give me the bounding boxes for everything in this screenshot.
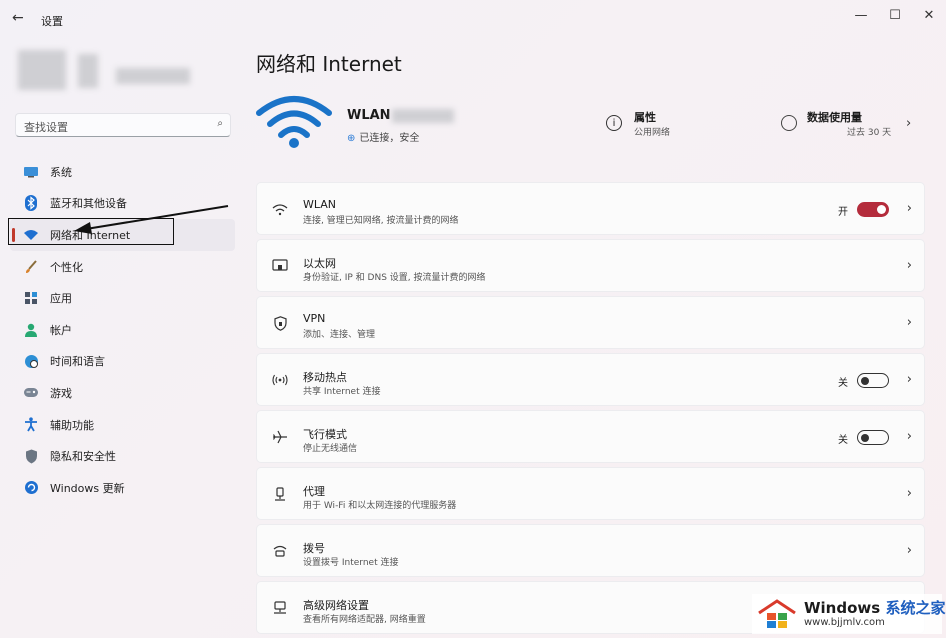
vpn-shield-icon: [271, 314, 289, 332]
proxy-icon: [271, 485, 289, 503]
card-subtitle: 设置拨号 Internet 连接: [303, 558, 399, 568]
card-ethernet[interactable]: 以太网 身份验证, IP 和 DNS 设置, 按流量计费的网络 ›: [256, 239, 925, 292]
chevron-right-icon: ›: [906, 429, 912, 444]
watermark-brand: Windows 系统之家: [804, 597, 945, 618]
card-subtitle: 查看所有网络适配器, 网络重置: [303, 615, 426, 625]
ethernet-icon: [271, 257, 289, 275]
card-title: 移动热点: [303, 371, 347, 384]
data-usage-subtitle: 过去 30 天: [847, 128, 892, 138]
globe-icon: ⊕: [347, 133, 356, 144]
network-ssid-redacted: [392, 109, 454, 123]
card-dial-up[interactable]: 拨号 设置拨号 Internet 连接 ›: [256, 524, 925, 577]
airplane-mode-toggle[interactable]: [857, 430, 889, 445]
card-title: 以太网: [303, 257, 336, 270]
chevron-right-icon: ›: [906, 372, 912, 387]
data-usage-icon: [781, 115, 797, 131]
network-status-text: 已连接，安全: [359, 133, 420, 144]
card-title: WLAN: [303, 198, 337, 211]
card-subtitle: 停止无线通信: [303, 444, 358, 454]
chevron-right-icon: ›: [906, 201, 912, 216]
watermark-url: www.bjjmlv.com: [804, 617, 885, 628]
card-mobile-hotspot[interactable]: 移动热点 共享 Internet 连接 关 ›: [256, 353, 925, 406]
toggle-label: 开: [838, 207, 848, 218]
chevron-right-icon: ›: [906, 315, 912, 330]
properties-subtitle: 公用网络: [634, 128, 671, 138]
card-subtitle: 连接, 管理已知网络, 按流量计费的网络: [303, 216, 459, 226]
chevron-right-icon: ›: [906, 258, 912, 273]
network-hero: WLAN ⊕ 已连接，安全 i 属性 公用网络 数据使用量 过去 30 天 ›: [256, 95, 926, 155]
site-watermark: Windows 系统之家 www.bjjmlv.com: [752, 594, 945, 634]
card-title: 飞行模式: [303, 428, 347, 441]
card-subtitle: 身份验证, IP 和 DNS 设置, 按流量计费的网络: [303, 273, 486, 283]
card-subtitle: 添加、连接、管理: [303, 330, 376, 340]
network-adapter-icon: [271, 599, 289, 617]
chevron-right-icon: ›: [906, 486, 912, 501]
data-usage-title: 数据使用量: [807, 111, 862, 124]
settings-card-list: WLAN 连接, 管理已知网络, 按流量计费的网络 开 › 以太网 身份验证, …: [256, 182, 925, 638]
info-icon: i: [606, 115, 622, 131]
card-airplane-mode[interactable]: 飞行模式 停止无线通信 关 ›: [256, 410, 925, 463]
network-name: WLAN: [347, 108, 391, 123]
watermark-brand-cn: 系统之家: [885, 599, 946, 617]
wifi-large-icon: [256, 96, 332, 148]
wlan-toggle[interactable]: [857, 202, 889, 217]
properties-title: 属性: [634, 111, 656, 124]
wifi-icon: [271, 200, 289, 218]
toggle-label: 关: [838, 378, 848, 389]
windows-house-logo: [758, 599, 796, 628]
card-title: 代理: [303, 485, 325, 498]
card-title: VPN: [303, 312, 326, 325]
card-title: 高级网络设置: [303, 599, 369, 612]
dialup-icon: [271, 542, 289, 560]
page-title: 网络和 Internet: [256, 52, 402, 76]
chevron-right-icon: ›: [906, 543, 912, 558]
card-subtitle: 用于 Wi-Fi 和以太网连接的代理服务器: [303, 501, 457, 511]
toggle-label: 关: [838, 435, 848, 446]
network-status: ⊕ 已连接，安全: [347, 129, 419, 144]
watermark-brand-en: Windows: [804, 599, 881, 617]
chevron-right-icon: ›: [906, 116, 912, 131]
hotspot-icon: [271, 371, 289, 389]
airplane-icon: [271, 428, 289, 446]
card-vpn[interactable]: VPN 添加、连接、管理 ›: [256, 296, 925, 349]
hotspot-toggle[interactable]: [857, 373, 889, 388]
card-wlan[interactable]: WLAN 连接, 管理已知网络, 按流量计费的网络 开 ›: [256, 182, 925, 235]
card-subtitle: 共享 Internet 连接: [303, 387, 381, 397]
card-proxy[interactable]: 代理 用于 Wi-Fi 和以太网连接的代理服务器 ›: [256, 467, 925, 520]
card-title: 拨号: [303, 542, 325, 555]
